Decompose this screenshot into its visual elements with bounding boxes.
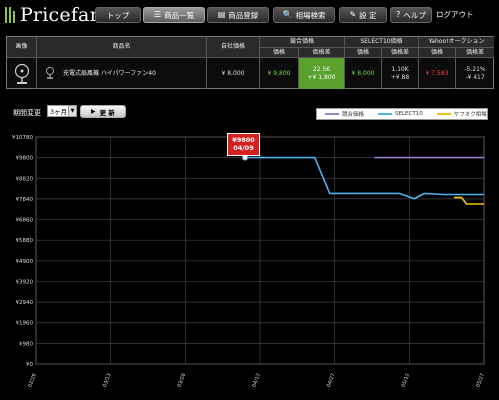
nav-help-label: ヘルプ xyxy=(403,10,426,20)
y-tick-label: ¥980 xyxy=(19,341,33,347)
header-comp-diff: 価格差 xyxy=(299,48,345,58)
product-name[interactable]: 充電式扇風機 ハイパワーファン40 xyxy=(37,58,207,89)
logout-link[interactable]: ログアウト xyxy=(436,9,474,20)
x-tick-label: 02/26 xyxy=(27,373,38,389)
chart-tooltip: ¥9800 04/09 xyxy=(227,133,260,156)
x-tick-label: 03/28 xyxy=(177,373,188,389)
yahoo-diff-pct: -5.21% xyxy=(464,66,486,74)
header-product-name: 商品名 xyxy=(37,37,207,58)
legend-item-yahoo: ヤフオク相場 xyxy=(436,110,487,118)
nav-help-button[interactable]: ? ヘルプ xyxy=(390,7,432,23)
logo-text: Pricefan xyxy=(20,4,103,26)
help-icon: ? xyxy=(396,10,401,19)
period-change-label: 期間変更 xyxy=(13,109,41,117)
y-tick-label: ¥10780 xyxy=(12,135,33,141)
y-tick-label: ¥4900 xyxy=(16,259,34,265)
header-select10-price: SELECT10価格 xyxy=(345,37,419,48)
nav-product-list-label: 商品一覧 xyxy=(164,10,195,20)
nav-product-list-button[interactable]: ☰ 商品一覧 xyxy=(143,7,205,23)
chevron-down-icon: ▼ xyxy=(68,106,76,116)
legend-label-competitor: 競合価格 xyxy=(342,112,365,118)
own-price-value: ¥ 8,000 xyxy=(207,58,260,89)
legend-label-select10: SELECT10 xyxy=(395,111,423,117)
product-thumb-icon xyxy=(46,67,54,79)
legend-swatch-competitor xyxy=(325,113,339,115)
period-select[interactable]: 3ヶ月 ▼ xyxy=(47,105,77,117)
select10-diff-amt: +¥ 88 xyxy=(390,73,410,81)
register-icon: ▤ xyxy=(217,10,226,19)
nav-price-search-button[interactable]: 🔍 相場検索 xyxy=(273,7,335,23)
search-icon: 🔍 xyxy=(282,10,293,19)
competitor-price-value: ¥ 9,800 xyxy=(260,58,299,89)
nav-product-register-button[interactable]: ▤ 商品登録 xyxy=(207,7,269,23)
header-image: 画像 xyxy=(7,37,37,58)
x-tick-label: 05/12 xyxy=(401,373,412,389)
play-icon: ▶ xyxy=(91,108,96,115)
nav-top-button[interactable]: トップ xyxy=(95,7,141,23)
header-sel-diff: 価格差 xyxy=(382,48,419,58)
x-tick-label: 05/27 xyxy=(475,373,486,389)
competitor-diff-amt: +¥ 1,800 xyxy=(307,73,336,81)
yahoo-diff-cell: -5.21% -¥ 417 xyxy=(456,58,494,89)
select10-diff-pct: 1.10K xyxy=(391,66,409,74)
legend-item-competitor: 競合価格 xyxy=(325,110,364,118)
header-own-price: 自社価格 xyxy=(207,37,260,58)
product-price-table: 画像 商品名 自社価格 競合価格 SELECT10価格 Yahoo!オークション… xyxy=(6,36,494,89)
y-tick-label: ¥8820 xyxy=(16,176,34,182)
y-tick-label: ¥6860 xyxy=(16,218,34,224)
y-tick-label: ¥3920 xyxy=(16,279,34,285)
update-button-label: 更 新 xyxy=(99,108,115,117)
header-yahoo-auction: Yahoo!オークション xyxy=(419,37,494,48)
legend-swatch-yahoo xyxy=(436,113,451,115)
nav-settings-button[interactable]: ✎ 設 定 xyxy=(339,7,387,23)
header-yah-diff: 価格差 xyxy=(456,48,494,58)
y-tick-label: ¥7840 xyxy=(16,197,34,203)
x-tick-label: 03/13 xyxy=(102,373,113,389)
nav-price-search-label: 相場検索 xyxy=(295,10,326,20)
header-comp-price: 価格 xyxy=(260,48,299,58)
tooltip-date: 04/09 xyxy=(233,143,254,152)
y-tick-label: ¥9800 xyxy=(16,156,34,162)
competitor-diff-pct: 22.5K xyxy=(312,66,331,74)
price-history-chart[interactable]: ¥10780 ¥9800 ¥8820 ¥7840 ¥6860 ¥5880 ¥4900 ¥392… xyxy=(0,120,499,400)
header-yah-price: 価格 xyxy=(419,48,456,58)
nav-settings-label: 設 定 xyxy=(359,10,377,20)
y-tick-label: ¥5880 xyxy=(16,238,34,244)
chart-legend: 競合価格 SELECT10 ヤフオク相場 xyxy=(316,108,488,120)
legend-item-select10: SELECT10 xyxy=(378,111,423,117)
yahoo-diff-amt: -¥ 417 xyxy=(465,73,485,81)
update-button[interactable]: ▶ 更 新 xyxy=(80,105,126,118)
list-icon: ☰ xyxy=(153,10,162,19)
select10-price-value: ¥ 8,000 xyxy=(345,58,382,89)
fan-icon xyxy=(14,63,29,84)
select10-diff-cell: 1.10K +¥ 88 xyxy=(382,58,419,89)
legend-swatch-select10 xyxy=(378,113,393,115)
product-image[interactable] xyxy=(7,58,37,89)
header-competitor-price: 競合価格 xyxy=(260,37,345,48)
y-tick-label: ¥1960 xyxy=(16,321,34,327)
pricefan-logo[interactable]: Pricefan xyxy=(4,3,102,27)
yahoo-price-value: ¥ 7,583 xyxy=(419,58,456,89)
product-name-text: 充電式扇風機 ハイパワーファン40 xyxy=(63,69,156,77)
logo-mark-icon xyxy=(4,5,18,25)
top-nav-bar: Pricefan トップ ☰ 商品一覧 ▤ 商品登録 🔍 相場検索 ✎ 設 定 … xyxy=(0,0,499,30)
x-tick-label: 04/12 xyxy=(251,373,262,389)
y-tick-label: ¥0 xyxy=(26,362,33,368)
legend-label-yahoo: ヤフオク相場 xyxy=(453,112,487,118)
x-tick-label: 04/27 xyxy=(326,373,337,389)
wrench-icon: ✎ xyxy=(349,10,357,19)
nav-product-register-label: 商品登録 xyxy=(228,10,259,20)
y-tick-label: ¥2940 xyxy=(16,300,34,306)
competitor-diff-cell: 22.5K +¥ 1,800 xyxy=(299,58,345,89)
header-sel-price: 価格 xyxy=(345,48,382,58)
period-select-value: 3ヶ月 xyxy=(50,108,68,116)
nav-top-label: トップ xyxy=(106,10,130,20)
